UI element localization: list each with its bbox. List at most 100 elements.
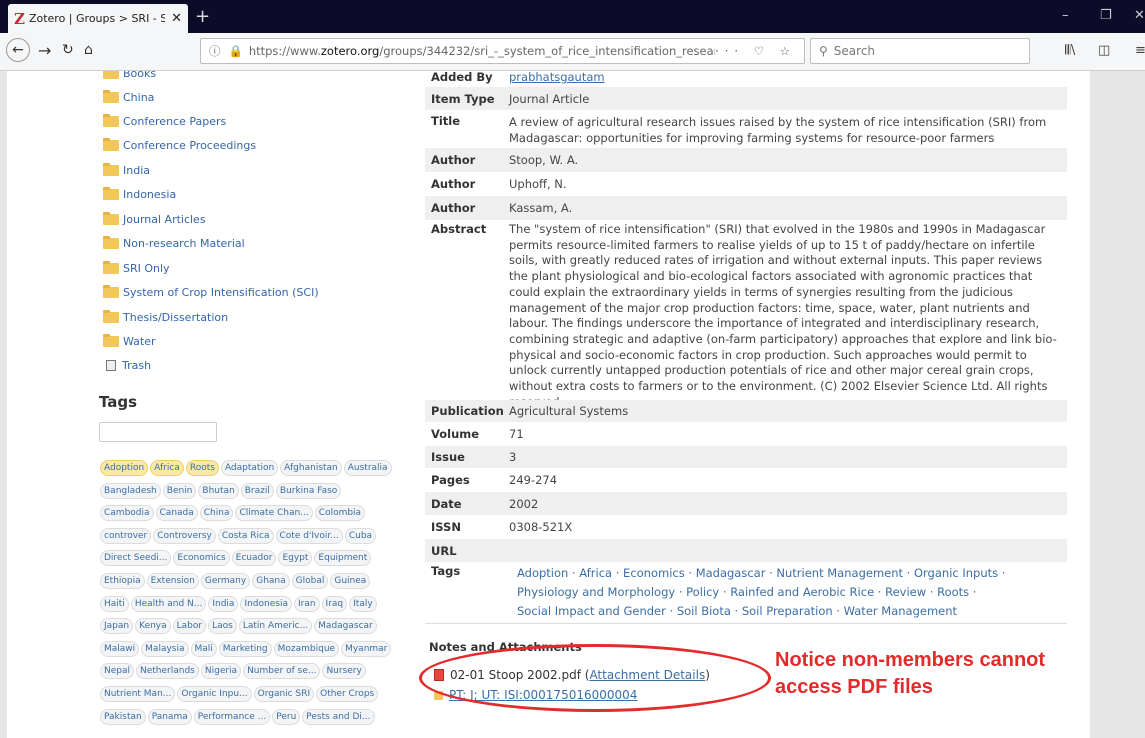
tag-chip[interactable]: Number of se... [243,663,321,680]
tag-chip[interactable]: Italy [349,595,377,612]
tag-chip[interactable]: Controversy [153,527,216,544]
item-tags-line[interactable]: Physiology and Morphology · Policy · Rai… [517,583,1063,602]
forward-arrow-icon[interactable]: → [38,41,51,60]
tag-chip[interactable]: Costa Rica [217,527,274,544]
tag-chip[interactable]: India [208,595,239,612]
restore-icon[interactable]: ❐ [1100,8,1112,23]
tag-chip[interactable]: Bhutan [198,482,239,499]
tag-chip[interactable]: Panama [147,708,192,725]
tag-chip[interactable]: Kenya [135,618,171,635]
tag-chip[interactable]: Australia [343,460,392,476]
tag-chip[interactable]: Afghanistan [280,460,342,476]
tag-chip[interactable]: Cuba [344,527,377,544]
tag-filter-input[interactable] [99,422,217,442]
url-text[interactable]: https://www.zotero.org/groups/344232/sri… [249,44,715,58]
menu-icon[interactable]: ≡ [1135,43,1145,58]
tag-chip[interactable]: Mozambique [273,640,340,657]
browser-tab[interactable]: Z Zotero | Groups > SRI - System ✕ [8,4,188,33]
tag-chip[interactable]: Cote d'Ivoir... [275,527,343,544]
tag-chip[interactable]: Indonesia [240,595,292,612]
tag-chip[interactable]: Nigeria [200,663,242,680]
tag-chip[interactable]: Guinea [330,573,371,589]
tag-chip[interactable]: Cambodia [100,505,154,522]
collection-item[interactable]: Water [103,334,156,348]
tag-chip[interactable]: Myanmar [341,640,392,657]
tag-chip[interactable]: Equipment [314,550,372,567]
tag-chip[interactable]: Latin Americ... [238,618,313,635]
tag-chip[interactable]: controver [100,527,152,544]
tag-chip[interactable]: Madagascar [314,618,377,635]
collection-item[interactable]: Non-research Material [103,236,245,250]
tag-chip[interactable]: Africa [150,460,184,476]
tag-chip[interactable]: Roots [185,460,219,476]
tag-chip[interactable]: Burkina Faso [275,482,342,499]
new-tab-icon[interactable]: + [195,6,210,27]
tag-chip[interactable]: Canada [155,505,198,522]
search-input[interactable]: ⚲ Search [810,38,1030,64]
tag-chip[interactable]: Mali [190,640,217,657]
tag-chip[interactable]: China [199,505,234,522]
tag-chip[interactable]: Other Crops [316,686,379,702]
tag-chip[interactable]: Direct Seedi... [100,550,172,567]
tag-chip[interactable]: Bangladesh [100,482,161,499]
tag-chip[interactable]: Ghana [252,573,290,589]
tag-chip[interactable]: Climate Chan... [235,505,313,522]
tag-chip[interactable]: Economics [173,550,230,567]
close-window-icon[interactable]: ✕ [1134,8,1145,23]
close-tab-icon[interactable]: ✕ [171,11,182,26]
tag-chip[interactable]: Ethiopia [100,573,145,589]
tag-chip[interactable]: Health and N... [130,595,207,612]
collection-item[interactable]: Books [103,71,156,80]
tag-chip[interactable]: Japan [100,618,134,635]
tag-chip[interactable]: Pakistan [100,708,146,725]
tag-chip[interactable]: Netherlands [136,663,199,680]
tag-chip[interactable]: Organic SRI [253,686,315,702]
collection-item[interactable]: Thesis/Dissertation [103,310,228,324]
tag-chip[interactable]: Peru [272,708,301,725]
info-icon[interactable]: ⓘ [209,43,221,59]
tag-chip[interactable]: Iran [293,595,320,612]
collection-item[interactable]: China [103,90,154,104]
tag-chip[interactable]: Pests and Di... [302,708,375,725]
tag-chip[interactable]: Nursery [322,663,366,680]
item-tags-line[interactable]: Adoption · Africa · Economics · Madagasc… [517,564,1063,583]
added-by-link[interactable]: prabhatsgautam [509,71,605,84]
tag-chip[interactable]: Malaysia [141,640,189,657]
url-bar[interactable]: ⓘ 🔒 https://www.zotero.org/groups/344232… [200,38,805,64]
collection-item[interactable]: System of Crop Intensification (SCI) [103,285,319,299]
tag-chip[interactable]: Haiti [100,595,129,612]
minimize-icon[interactable]: – [1062,8,1069,23]
tag-chip[interactable]: Adoption [100,460,149,476]
collection-item[interactable]: Conference Papers [103,114,226,128]
page-actions-icon[interactable]: ··· ♡ ☆ [715,44,796,58]
tag-chip[interactable]: Benin [162,482,197,499]
tag-chip[interactable]: Marketing [218,640,272,657]
tag-chip[interactable]: Adaptation [220,460,279,476]
tag-chip[interactable]: Nutrient Man... [100,686,176,702]
tag-chip[interactable]: Performance ... [193,708,271,725]
tag-chip[interactable]: Egypt [278,550,313,567]
tag-chip[interactable]: Extension [146,573,199,589]
home-icon[interactable]: ⌂ [84,42,93,58]
back-arrow-icon[interactable]: ← [6,38,30,62]
tag-chip[interactable]: Colombia [314,505,366,522]
tag-chip[interactable]: Labor [172,618,207,635]
library-icon[interactable]: 𝄃𝄃\ [1065,43,1075,58]
collection-item[interactable]: Journal Articles [103,212,206,226]
tag-chip[interactable]: Nepal [100,663,134,680]
tag-chip[interactable]: Germany [200,573,251,589]
tag-chip[interactable]: Global [291,573,329,589]
tag-chip[interactable]: Laos [208,618,237,635]
tag-chip[interactable]: Ecuador [231,550,277,567]
sidebar-icon[interactable]: ◫ [1098,43,1110,58]
collection-item[interactable]: India [103,163,150,177]
tag-chip[interactable]: Iraq [321,595,348,612]
collection-item[interactable]: Indonesia [103,187,176,201]
item-tags-line[interactable]: Social Impact and Gender · Soil Biota · … [517,602,1063,621]
collection-item[interactable]: SRI Only [103,261,170,275]
collection-item[interactable]: Conference Proceedings [103,138,256,152]
tag-chip[interactable]: Malawi [100,640,140,657]
trash-item[interactable]: Trash [103,359,151,372]
reload-icon[interactable]: ↻ [62,42,74,58]
tag-chip[interactable]: Brazil [240,482,274,499]
